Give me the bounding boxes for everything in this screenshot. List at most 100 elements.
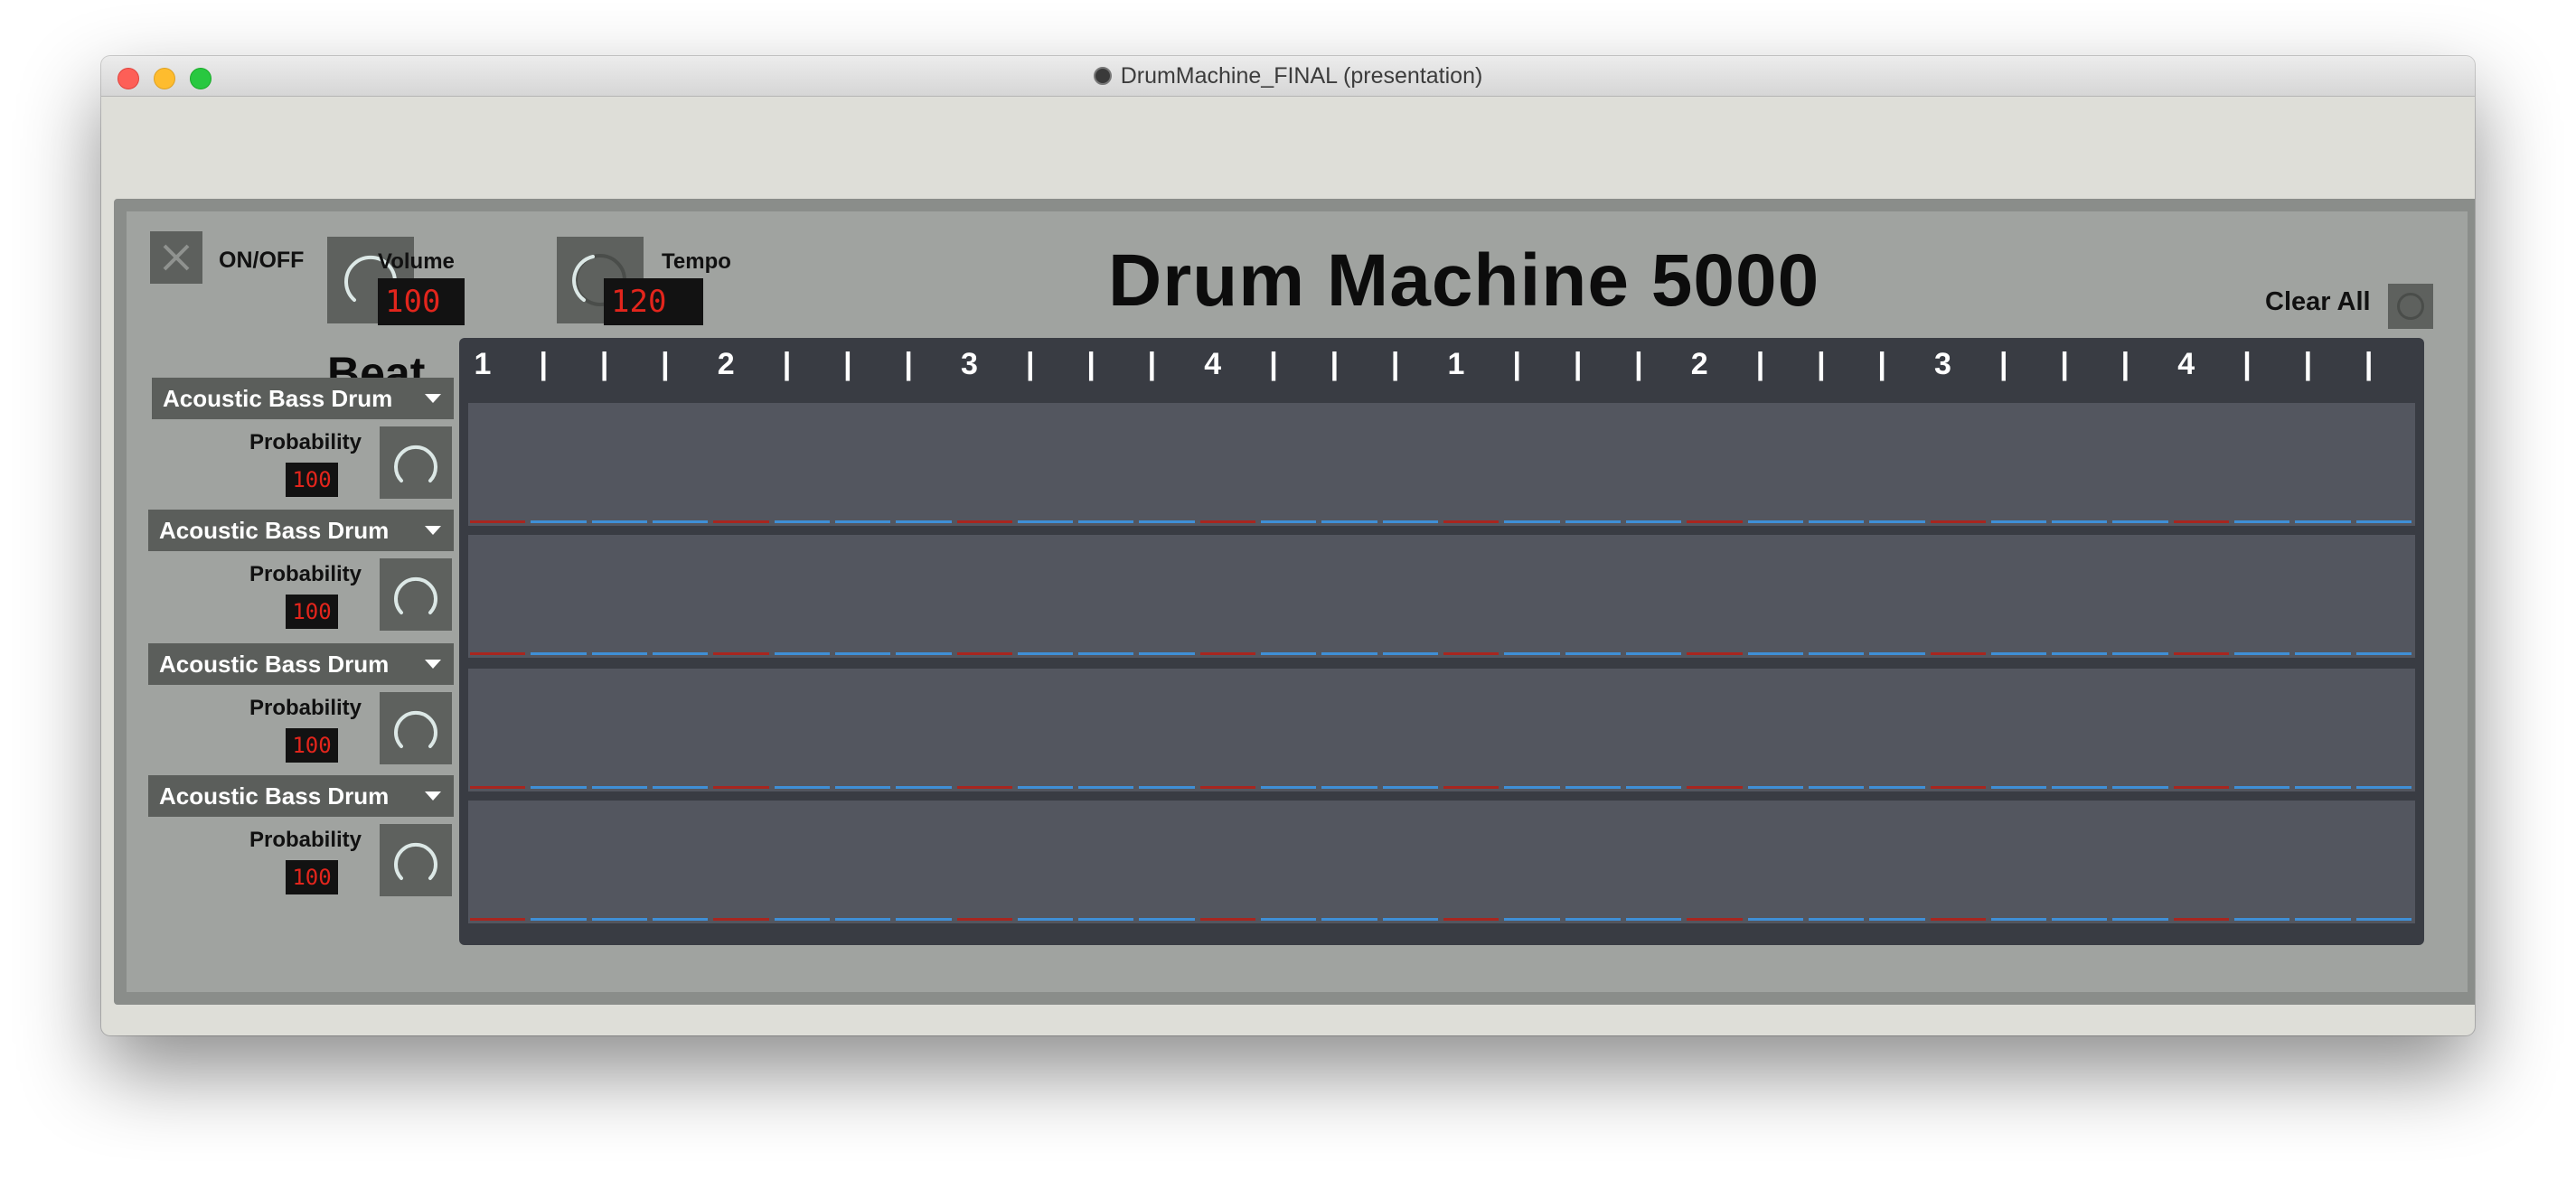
step-cell[interactable] — [956, 520, 1012, 523]
step-cell[interactable] — [1261, 652, 1317, 655]
step-cell[interactable] — [531, 786, 587, 789]
step-cell[interactable] — [896, 652, 952, 655]
step-cell[interactable] — [834, 918, 891, 921]
volume-number[interactable]: 100 — [378, 278, 465, 325]
step-cell[interactable] — [591, 520, 647, 523]
step-cell[interactable] — [1504, 652, 1560, 655]
step-cell[interactable] — [1990, 652, 2047, 655]
step-cell[interactable] — [1747, 652, 1803, 655]
step-cell[interactable] — [956, 652, 1012, 655]
step-cell[interactable] — [896, 918, 952, 921]
step-cell[interactable] — [713, 652, 769, 655]
step-cell[interactable] — [2173, 520, 2230, 523]
step-cell[interactable] — [1261, 520, 1317, 523]
step-cell[interactable] — [1443, 520, 1500, 523]
step-cell[interactable] — [1017, 918, 1074, 921]
step-cell[interactable] — [774, 652, 830, 655]
step-cell[interactable] — [1017, 520, 1074, 523]
step-cell[interactable] — [2052, 918, 2108, 921]
step-cell[interactable] — [2234, 520, 2290, 523]
step-cell[interactable] — [470, 652, 526, 655]
probability-dial[interactable] — [380, 824, 452, 896]
sequencer-row[interactable] — [468, 403, 2415, 526]
sequencer-row[interactable] — [468, 669, 2415, 791]
probability-number[interactable]: 100 — [286, 728, 338, 763]
step-cell[interactable] — [1382, 786, 1438, 789]
step-cell[interactable] — [1625, 918, 1682, 921]
step-cell[interactable] — [652, 918, 709, 921]
step-cell[interactable] — [1808, 520, 1865, 523]
probability-dial[interactable] — [380, 692, 452, 764]
sequencer-row[interactable] — [468, 535, 2415, 658]
step-cell[interactable] — [834, 786, 891, 789]
step-cell[interactable] — [1930, 918, 1986, 921]
step-cell[interactable] — [896, 520, 952, 523]
step-cell[interactable] — [1990, 918, 2047, 921]
step-cell[interactable] — [2355, 786, 2411, 789]
step-cell[interactable] — [1504, 918, 1560, 921]
probability-number[interactable]: 100 — [286, 860, 338, 894]
step-cell[interactable] — [1565, 520, 1621, 523]
step-cell[interactable] — [1625, 652, 1682, 655]
step-cell[interactable] — [470, 786, 526, 789]
step-cell[interactable] — [2052, 786, 2108, 789]
step-cell[interactable] — [1017, 652, 1074, 655]
probability-dial[interactable] — [380, 426, 452, 499]
instrument-dropdown[interactable]: Acoustic Bass Drum — [148, 775, 454, 817]
step-cell[interactable] — [1869, 652, 1925, 655]
step-cell[interactable] — [2052, 652, 2108, 655]
step-cell[interactable] — [774, 520, 830, 523]
probability-number[interactable]: 100 — [286, 463, 338, 497]
step-cell[interactable] — [956, 918, 1012, 921]
step-cell[interactable] — [2295, 652, 2351, 655]
step-cell[interactable] — [1747, 520, 1803, 523]
step-cell[interactable] — [1565, 918, 1621, 921]
step-cell[interactable] — [834, 652, 891, 655]
step-cell[interactable] — [713, 918, 769, 921]
step-cell[interactable] — [2112, 786, 2168, 789]
step-cell[interactable] — [1382, 918, 1438, 921]
step-cell[interactable] — [1139, 786, 1195, 789]
step-cell[interactable] — [1808, 786, 1865, 789]
step-cell[interactable] — [1078, 918, 1134, 921]
step-cell[interactable] — [834, 520, 891, 523]
step-cell[interactable] — [1443, 918, 1500, 921]
step-cell[interactable] — [1808, 652, 1865, 655]
step-cell[interactable] — [713, 786, 769, 789]
step-cell[interactable] — [1747, 918, 1803, 921]
step-cell[interactable] — [1687, 520, 1743, 523]
probability-dial[interactable] — [380, 558, 452, 631]
instrument-dropdown[interactable]: Acoustic Bass Drum — [148, 510, 454, 551]
step-cell[interactable] — [1443, 786, 1500, 789]
step-cell[interactable] — [774, 918, 830, 921]
step-cell[interactable] — [2234, 786, 2290, 789]
step-cell[interactable] — [2234, 918, 2290, 921]
step-cell[interactable] — [1990, 786, 2047, 789]
probability-number[interactable]: 100 — [286, 595, 338, 629]
step-cell[interactable] — [1199, 918, 1256, 921]
step-cell[interactable] — [1930, 652, 1986, 655]
step-cell[interactable] — [531, 520, 587, 523]
step-cell[interactable] — [1321, 652, 1377, 655]
step-cell[interactable] — [1321, 520, 1377, 523]
step-cell[interactable] — [1261, 786, 1317, 789]
step-cell[interactable] — [2173, 652, 2230, 655]
step-cell[interactable] — [2112, 652, 2168, 655]
step-cell[interactable] — [1017, 786, 1074, 789]
onoff-toggle[interactable] — [150, 231, 202, 284]
step-cell[interactable] — [2295, 520, 2351, 523]
step-cell[interactable] — [774, 786, 830, 789]
sequencer-row[interactable] — [468, 801, 2415, 923]
step-cell[interactable] — [1565, 652, 1621, 655]
step-cell[interactable] — [2173, 786, 2230, 789]
step-cell[interactable] — [2355, 918, 2411, 921]
step-cell[interactable] — [531, 652, 587, 655]
step-cell[interactable] — [470, 918, 526, 921]
step-cell[interactable] — [1869, 786, 1925, 789]
step-cell[interactable] — [652, 786, 709, 789]
step-cell[interactable] — [1687, 652, 1743, 655]
step-cell[interactable] — [531, 918, 587, 921]
step-cell[interactable] — [2355, 520, 2411, 523]
step-cell[interactable] — [1808, 918, 1865, 921]
step-cell[interactable] — [470, 520, 526, 523]
